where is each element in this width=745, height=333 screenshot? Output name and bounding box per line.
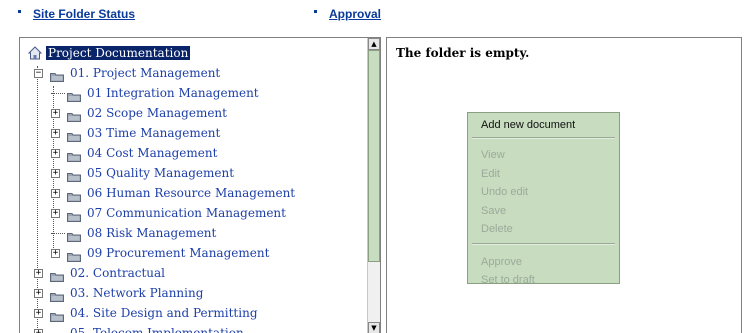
tree-node-label: 01. Project Management	[70, 66, 221, 80]
tree-subitem[interactable]: 04 Cost Management	[67, 143, 219, 163]
folder-icon	[67, 148, 81, 162]
tree-node-label: 03. Network Planning	[70, 286, 204, 300]
folder-icon	[67, 88, 81, 102]
menu-separator	[472, 137, 615, 139]
tree-root[interactable]: Project Documentation	[27, 43, 191, 63]
tree-node-label: 05. Telecom Implementation	[70, 326, 244, 333]
expand-toggle[interactable]: +	[51, 209, 60, 218]
tree-subitem[interactable]: 08 Risk Management	[67, 223, 218, 243]
tree-node-label: 06 Human Resource Management	[87, 186, 296, 200]
menu-item-approve: Approve	[481, 255, 522, 268]
folder-tree: Project Documentation 01. Project Manage…	[20, 38, 367, 333]
empty-folder-message: The folder is empty.	[396, 46, 530, 60]
menu-item-view: View	[481, 149, 505, 161]
expand-toggle[interactable]: +	[51, 109, 60, 118]
folder-icon	[50, 288, 64, 302]
approval-label: Approval	[329, 7, 382, 21]
tree-item-project-management[interactable]: 01. Project Management	[50, 63, 222, 83]
tree-node-label: 08 Risk Management	[87, 226, 217, 240]
tree-subitem[interactable]: 09 Procurement Management	[67, 243, 271, 263]
tree-subitem[interactable]: 02 Scope Management	[67, 103, 229, 123]
tree-node-label: 03 Time Management	[87, 126, 221, 140]
expand-toggle[interactable]: +	[51, 189, 60, 198]
expand-toggle[interactable]: +	[51, 129, 60, 138]
site-folder-status-link[interactable]: Site Folder Status	[18, 7, 135, 21]
home-icon	[27, 46, 43, 60]
menu-item-delete: Delete	[481, 223, 513, 235]
expand-toggle[interactable]: +	[51, 149, 60, 158]
tree-node-label: 04 Cost Management	[87, 146, 218, 160]
tree-node-label: 07 Communication Management	[87, 206, 286, 220]
folder-icon	[50, 328, 64, 333]
tree-node-label: 05 Quality Management	[87, 166, 235, 180]
expand-toggle[interactable]: +	[51, 249, 60, 258]
tree-item[interactable]: 02. Contractual	[50, 263, 167, 283]
menu-item-set-to-draft: Set to draft	[481, 274, 535, 286]
tree-node-label: 04. Site Design and Permitting	[70, 306, 258, 320]
tree-scrollbar[interactable]: ▲ ▼	[367, 38, 380, 333]
tree-node-label: 02. Contractual	[70, 266, 166, 280]
scroll-down-button[interactable]: ▼	[368, 322, 380, 333]
tree-subitem[interactable]: 07 Communication Management	[67, 203, 288, 223]
folder-icon	[50, 308, 64, 322]
folder-icon	[67, 128, 81, 142]
folder-icon	[67, 108, 81, 122]
expand-toggle[interactable]: +	[34, 289, 43, 298]
tree-connector	[51, 233, 65, 234]
folder-icon	[67, 228, 81, 242]
scrollbar-thumb[interactable]	[368, 50, 380, 262]
expand-toggle[interactable]: +	[34, 309, 43, 318]
folder-icon	[50, 68, 64, 82]
site-folder-status-label: Site Folder Status	[33, 7, 136, 21]
tree-node-label: 09 Procurement Management	[87, 246, 270, 260]
folder-icon	[67, 188, 81, 202]
folder-icon	[67, 168, 81, 182]
menu-item-add-new-document[interactable]: Add new document	[481, 116, 575, 134]
tree-subitem[interactable]: 01 Integration Management	[67, 83, 261, 103]
tree-item[interactable]: 04. Site Design and Permitting	[50, 303, 260, 323]
tree-subitem[interactable]: 03 Time Management	[67, 123, 222, 143]
bullet-icon	[314, 10, 317, 14]
expand-toggle[interactable]: +	[34, 329, 43, 333]
menu-item-edit: Edit	[481, 167, 500, 180]
folder-icon	[67, 248, 81, 262]
collapse-toggle[interactable]: −	[34, 69, 43, 78]
tree-item[interactable]: 05. Telecom Implementation	[50, 323, 246, 333]
context-menu: Add new document View Edit Undo edit Save Del…	[467, 112, 620, 286]
folder-tree-panel: Project Documentation 01. Project Manage…	[19, 37, 381, 333]
tree-subitem[interactable]: 06 Human Resource Management	[67, 183, 297, 203]
folder-icon	[67, 208, 81, 222]
expand-toggle[interactable]: +	[34, 269, 43, 278]
folder-icon	[50, 268, 64, 282]
approval-link[interactable]: Approval	[314, 7, 381, 21]
tree-connector	[51, 93, 65, 94]
tree-node-label: 01 Integration Management	[87, 86, 259, 100]
expand-toggle[interactable]: +	[51, 169, 60, 178]
tree-subitem[interactable]: 05 Quality Management	[67, 163, 236, 183]
menu-item-undo-edit: Undo edit	[481, 186, 529, 198]
menu-separator	[472, 242, 615, 245]
bullet-icon	[18, 10, 21, 14]
tree-item[interactable]: 03. Network Planning	[50, 283, 205, 303]
tree-node-label: 02 Scope Management	[87, 106, 227, 120]
menu-item-save: Save	[481, 204, 507, 217]
scroll-up-button[interactable]: ▲	[368, 38, 380, 50]
tree-root-label: Project Documentation	[46, 46, 191, 60]
